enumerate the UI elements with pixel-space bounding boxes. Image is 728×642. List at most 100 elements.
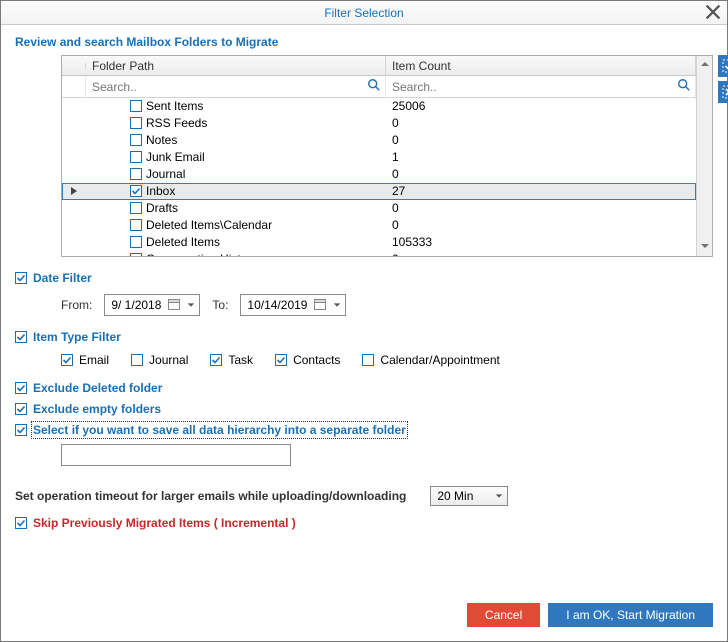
grid-search-row: [62, 76, 696, 98]
start-migration-button[interactable]: I am OK, Start Migration: [548, 603, 713, 627]
folder-name: Journal: [146, 167, 185, 181]
item-type-calendar-appointment-checkbox[interactable]: Calendar/Appointment: [362, 353, 499, 367]
row-checkbox[interactable]: [130, 100, 142, 112]
search-icon[interactable]: [367, 78, 381, 95]
to-date-input[interactable]: 10/14/2019: [240, 294, 346, 316]
folder-name: Notes: [146, 133, 177, 147]
table-row[interactable]: Inbox 27: [62, 183, 696, 200]
timeout-value: 20 Min: [437, 489, 473, 503]
checkbox-icon: [15, 331, 27, 343]
table-row[interactable]: RSS Feeds 0: [62, 115, 696, 132]
scroll-down-icon[interactable]: [700, 240, 710, 254]
checkbox-icon: [15, 517, 27, 529]
skip-migrated-checkbox[interactable]: Skip Previously Migrated Items ( Increme…: [15, 516, 296, 530]
checkbox-icon: [61, 354, 73, 366]
folder-name: RSS Feeds: [146, 116, 207, 130]
skip-migrated-label: Skip Previously Migrated Items ( Increme…: [33, 516, 296, 530]
folder-name: Sent Items: [146, 99, 203, 113]
row-checkbox[interactable]: [130, 202, 142, 214]
item-type-journal-checkbox[interactable]: Journal: [131, 353, 188, 367]
item-count: 0: [386, 115, 696, 131]
exclude-empty-label: Exclude empty folders: [33, 402, 161, 416]
item-count: 105333: [386, 234, 696, 250]
exclude-deleted-checkbox[interactable]: Exclude Deleted folder: [15, 381, 162, 395]
checkbox-icon: [15, 382, 27, 394]
chevron-down-icon: [495, 489, 503, 503]
item-type-filter-label: Item Type Filter: [33, 330, 121, 344]
header-folder-path[interactable]: Folder Path: [86, 56, 386, 76]
row-checkbox[interactable]: [130, 117, 142, 129]
header-item-count[interactable]: Item Count: [386, 56, 696, 76]
row-checkbox[interactable]: [130, 151, 142, 163]
checkbox-icon: [15, 272, 27, 284]
table-row[interactable]: Notes 0: [62, 132, 696, 149]
row-pointer-icon: [70, 184, 78, 198]
item-count: 0: [386, 217, 696, 233]
row-checkbox[interactable]: [130, 236, 142, 248]
search-item-count-input[interactable]: [390, 79, 677, 95]
row-checkbox[interactable]: [130, 134, 142, 146]
select-all-button[interactable]: [718, 55, 728, 77]
table-row[interactable]: Sent Items 25006: [62, 98, 696, 115]
table-row[interactable]: Conversation History 0: [62, 251, 696, 256]
folder-grid: Folder Path Item Count Sent: [61, 55, 713, 257]
calendar-icon: [313, 297, 327, 314]
search-icon[interactable]: [677, 78, 691, 95]
item-type-label: Calendar/Appointment: [380, 353, 499, 367]
date-filter-label: Date Filter: [33, 271, 92, 285]
from-date-input[interactable]: 9/ 1/2018: [104, 294, 200, 316]
item-type-contacts-checkbox[interactable]: Contacts: [275, 353, 340, 367]
deselect-all-button[interactable]: [718, 81, 728, 103]
item-count: 0: [386, 132, 696, 148]
exclude-deleted-label: Exclude Deleted folder: [33, 381, 162, 395]
table-row[interactable]: Junk Email 1: [62, 149, 696, 166]
table-row[interactable]: Deleted Items 105333: [62, 234, 696, 251]
calendar-icon: [167, 297, 181, 314]
from-date-value: 9/ 1/2018: [111, 298, 161, 312]
item-type-filter-checkbox[interactable]: Item Type Filter: [15, 330, 121, 344]
scrollbar[interactable]: [696, 56, 712, 256]
from-label: From:: [61, 298, 92, 312]
folder-name: Drafts: [146, 201, 178, 215]
checkbox-icon: [131, 354, 143, 366]
table-row[interactable]: Journal0: [62, 166, 696, 183]
item-type-label: Contacts: [293, 353, 340, 367]
row-checkbox[interactable]: [130, 253, 142, 256]
item-type-label: Journal: [149, 353, 188, 367]
row-checkbox[interactable]: [130, 168, 142, 180]
item-count: 25006: [386, 98, 696, 114]
date-filter-checkbox[interactable]: Date Filter: [15, 271, 92, 285]
timeout-label: Set operation timeout for larger emails …: [15, 489, 406, 503]
separate-folder-checkbox[interactable]: Select if you want to save all data hier…: [15, 423, 406, 437]
row-checkbox[interactable]: [130, 219, 142, 231]
folder-name: Junk Email: [146, 150, 205, 164]
cancel-button[interactable]: Cancel: [467, 603, 540, 627]
window-title: Filter Selection: [324, 6, 403, 20]
to-date-value: 10/14/2019: [247, 298, 307, 312]
item-count: 0: [386, 251, 696, 256]
separate-folder-input[interactable]: [61, 444, 291, 466]
checkbox-icon: [15, 403, 27, 415]
item-type-label: Email: [79, 353, 109, 367]
folder-name: Inbox: [146, 184, 175, 198]
chevron-down-icon: [333, 298, 341, 312]
row-checkbox[interactable]: [130, 185, 142, 197]
item-type-email-checkbox[interactable]: Email: [61, 353, 109, 367]
table-row[interactable]: Deleted Items\Calendar 0: [62, 217, 696, 234]
exclude-empty-checkbox[interactable]: Exclude empty folders: [15, 402, 161, 416]
item-count: 27: [386, 183, 696, 199]
checkbox-icon: [362, 354, 374, 366]
folder-name: Conversation History: [146, 252, 257, 256]
scroll-up-icon[interactable]: [700, 58, 710, 72]
timeout-select[interactable]: 20 Min: [430, 486, 508, 506]
grid-header: Folder Path Item Count: [62, 56, 696, 76]
item-type-task-checkbox[interactable]: Task: [210, 353, 253, 367]
folder-name: Deleted Items: [146, 235, 220, 249]
close-icon[interactable]: [705, 4, 721, 20]
page-heading: Review and search Mailbox Folders to Mig…: [15, 35, 713, 49]
search-folder-path-input[interactable]: [90, 79, 367, 95]
folder-name: Deleted Items\Calendar: [146, 218, 272, 232]
item-count: 0: [386, 200, 696, 216]
table-row[interactable]: Drafts 0: [62, 200, 696, 217]
item-count: 1: [386, 149, 696, 165]
